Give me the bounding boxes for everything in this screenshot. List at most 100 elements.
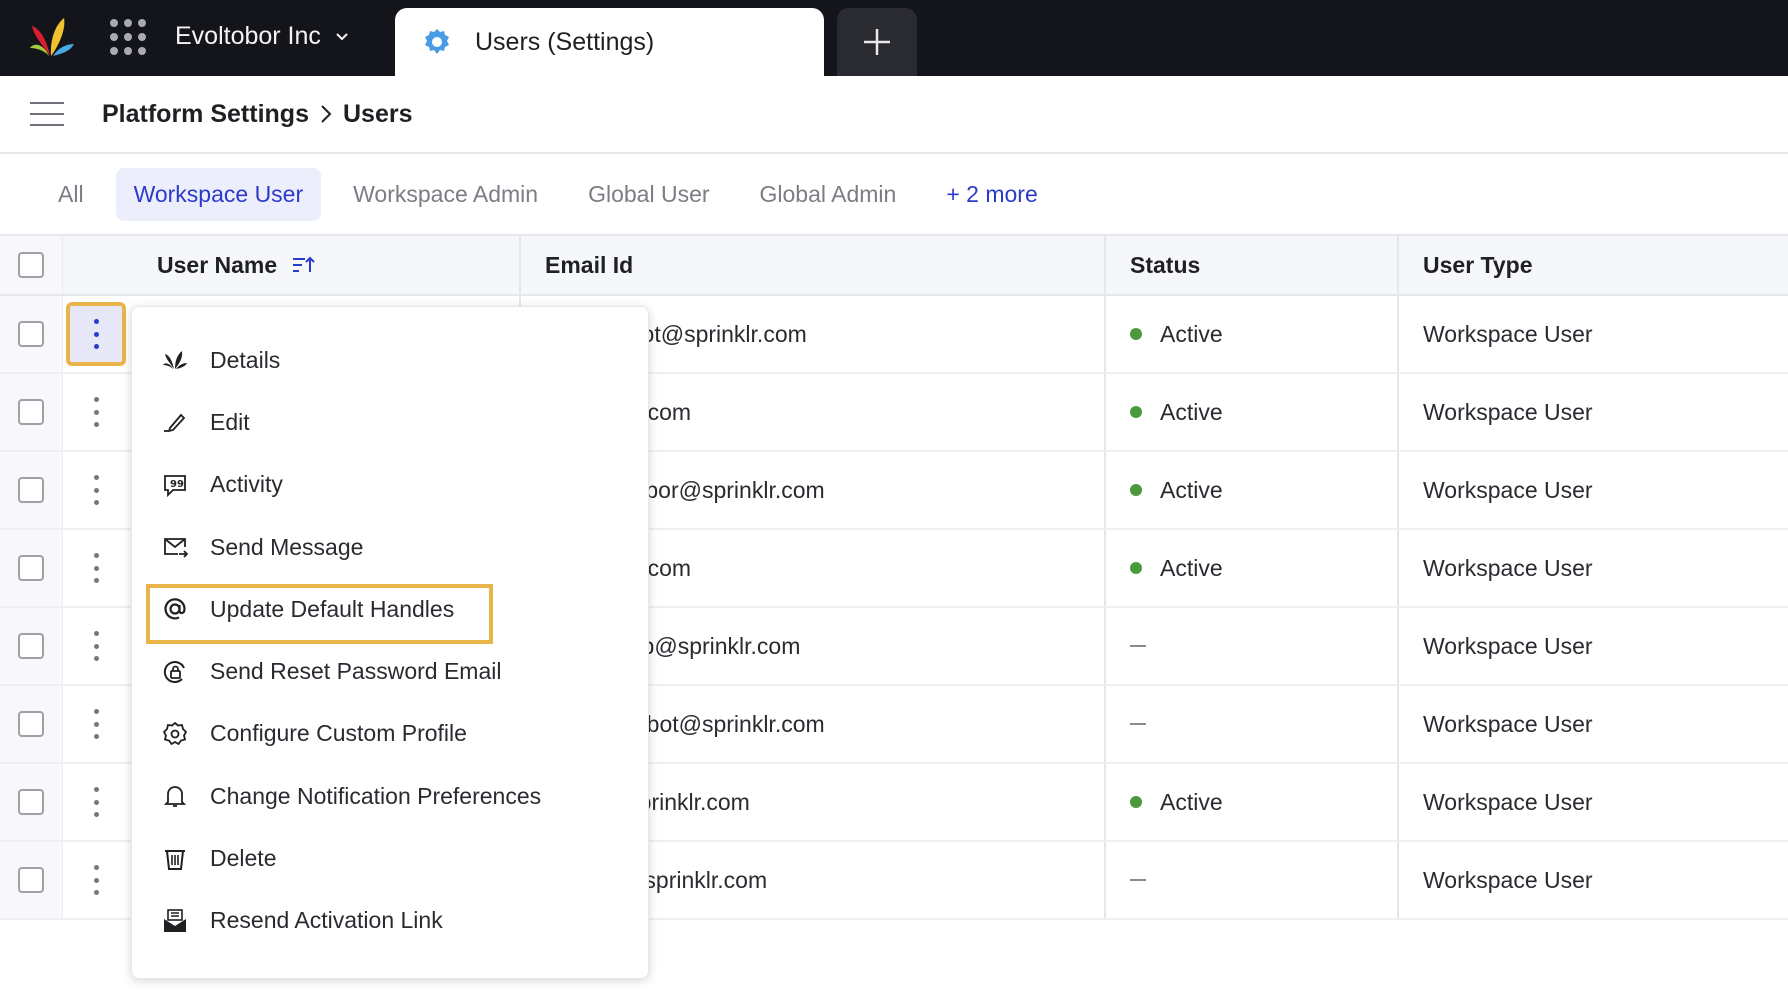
row-actions-button[interactable] <box>92 475 100 505</box>
gear-icon <box>425 29 449 54</box>
envelope-open-icon <box>162 908 188 934</box>
row-actions-menu: Details Edit 99 Activity Send Message Update … <box>131 306 649 979</box>
user-type-cell: Workspace User <box>1423 476 1593 503</box>
menu-item-change-notification-preferences[interactable]: Change Notification Preferences <box>132 765 648 827</box>
menu-item-update-default-handles[interactable]: Update Default Handles <box>132 578 648 645</box>
row-actions-button[interactable] <box>92 553 100 583</box>
breadcrumb-bar: Platform Settings Users <box>0 76 1788 154</box>
org-switcher[interactable]: Evoltobor Inc <box>175 22 349 51</box>
status-dot-icon <box>1130 562 1142 574</box>
user-type-cell: Workspace User <box>1423 398 1593 425</box>
status-cell: Active <box>1106 296 1399 372</box>
row-actions-button[interactable] <box>92 397 100 427</box>
user-type-filter-tabs: All Workspace User Workspace Admin Globa… <box>0 154 1788 234</box>
menu-item-label: Send Reset Password Email <box>210 658 502 685</box>
menu-item-edit[interactable]: Edit <box>132 391 648 453</box>
filter-tab-global-admin[interactable]: Global Admin <box>742 168 915 221</box>
sprinklr-logo-icon[interactable] <box>28 14 78 60</box>
filter-tab-more[interactable]: + 2 more <box>928 168 1055 221</box>
kebab-menu-icon <box>92 709 100 739</box>
row-actions-button[interactable] <box>92 631 100 661</box>
menu-item-label: Update Default Handles <box>210 595 455 622</box>
status-cell: Active <box>1106 374 1399 450</box>
app-switcher-icon[interactable] <box>110 19 146 55</box>
status-dot-icon <box>1130 796 1142 808</box>
status-cell <box>1106 842 1399 918</box>
gear-icon <box>162 721 188 747</box>
pencil-icon <box>162 409 188 435</box>
menu-item-send-reset-password-email[interactable]: Send Reset Password Email <box>132 640 648 702</box>
menu-item-delete[interactable]: Delete <box>132 827 648 889</box>
org-name: Evoltobor Inc <box>175 22 321 50</box>
row-actions-button[interactable] <box>92 709 100 739</box>
menu-item-label: Activity <box>210 471 283 498</box>
select-all-checkbox[interactable] <box>18 252 44 278</box>
user-type-cell: Workspace User <box>1423 320 1593 347</box>
filter-tab-workspace-user[interactable]: Workspace User <box>115 167 322 221</box>
svg-text:99: 99 <box>170 479 184 490</box>
menu-item-label: Send Message <box>210 533 364 560</box>
empty-status-dash <box>1130 645 1146 647</box>
trash-icon <box>162 846 188 872</box>
kebab-menu-icon <box>92 865 100 895</box>
row-checkbox[interactable] <box>18 867 44 893</box>
row-checkbox[interactable] <box>18 399 44 425</box>
chevron-down-icon <box>336 32 348 40</box>
user-type-cell: Workspace User <box>1423 788 1593 815</box>
menu-item-label: Resend Activation Link <box>210 907 443 934</box>
column-header-user-name[interactable]: User Name <box>129 236 521 294</box>
reset-password-icon <box>162 659 188 685</box>
sprinklr-logo-icon <box>162 347 188 373</box>
row-checkbox[interactable] <box>18 711 44 737</box>
status-cell: Active <box>1106 530 1399 606</box>
user-type-cell: Workspace User <box>1423 554 1593 581</box>
tab-title: Users (Settings) <box>475 27 655 56</box>
user-type-cell: Workspace User <box>1423 632 1593 659</box>
menu-item-details[interactable]: Details <box>132 329 648 391</box>
row-checkbox[interactable] <box>18 321 44 347</box>
status-cell <box>1106 686 1399 762</box>
row-checkbox[interactable] <box>18 555 44 581</box>
filter-tab-global-user[interactable]: Global User <box>570 168 727 221</box>
user-type-cell: Workspace User <box>1423 710 1593 737</box>
add-tab-button[interactable] <box>837 8 917 76</box>
column-header-user-type[interactable]: User Type <box>1399 236 1788 294</box>
menu-item-send-message[interactable]: Send Message <box>132 516 648 578</box>
column-header-status[interactable]: Status <box>1106 236 1399 294</box>
menu-item-label: Details <box>210 346 281 373</box>
quote-bubble-icon: 99 <box>162 472 188 498</box>
user-type-cell: Workspace User <box>1423 866 1593 893</box>
row-actions-button[interactable] <box>92 787 100 817</box>
status-badge: Active <box>1160 554 1223 581</box>
tab-users-settings[interactable]: Users (Settings) <box>395 8 824 76</box>
status-badge: Active <box>1160 320 1223 347</box>
menu-item-resend-activation-link[interactable]: Resend Activation Link <box>132 890 648 952</box>
menu-item-label: Configure Custom Profile <box>210 720 467 747</box>
filter-tab-all[interactable]: All <box>40 168 102 221</box>
top-bar: Evoltobor Inc Users (Settings) <box>0 0 1788 76</box>
hamburger-menu-icon[interactable] <box>30 102 64 126</box>
menu-item-activity[interactable]: 99 Activity <box>132 454 648 516</box>
row-actions-button[interactable] <box>66 302 126 366</box>
kebab-menu-icon <box>92 475 100 505</box>
status-cell: Active <box>1106 452 1399 528</box>
sort-ascending-icon[interactable] <box>291 255 315 275</box>
plus-icon <box>864 29 890 55</box>
status-cell <box>1106 608 1399 684</box>
kebab-menu-icon <box>92 319 100 349</box>
menu-item-configure-custom-profile[interactable]: Configure Custom Profile <box>132 703 648 765</box>
menu-item-label: Edit <box>210 408 250 435</box>
kebab-menu-icon <box>92 631 100 661</box>
status-badge: Active <box>1160 476 1223 503</box>
column-header-email[interactable]: Email Id <box>521 236 1106 294</box>
row-actions-button[interactable] <box>92 865 100 895</box>
row-checkbox[interactable] <box>18 477 44 503</box>
breadcrumb: Platform Settings Users <box>102 100 412 129</box>
status-badge: Active <box>1160 398 1223 425</box>
status-cell: Active <box>1106 764 1399 840</box>
breadcrumb-parent[interactable]: Platform Settings <box>102 100 309 129</box>
row-checkbox[interactable] <box>18 789 44 815</box>
menu-item-label: Delete <box>210 845 277 872</box>
row-checkbox[interactable] <box>18 633 44 659</box>
filter-tab-workspace-admin[interactable]: Workspace Admin <box>335 168 556 221</box>
